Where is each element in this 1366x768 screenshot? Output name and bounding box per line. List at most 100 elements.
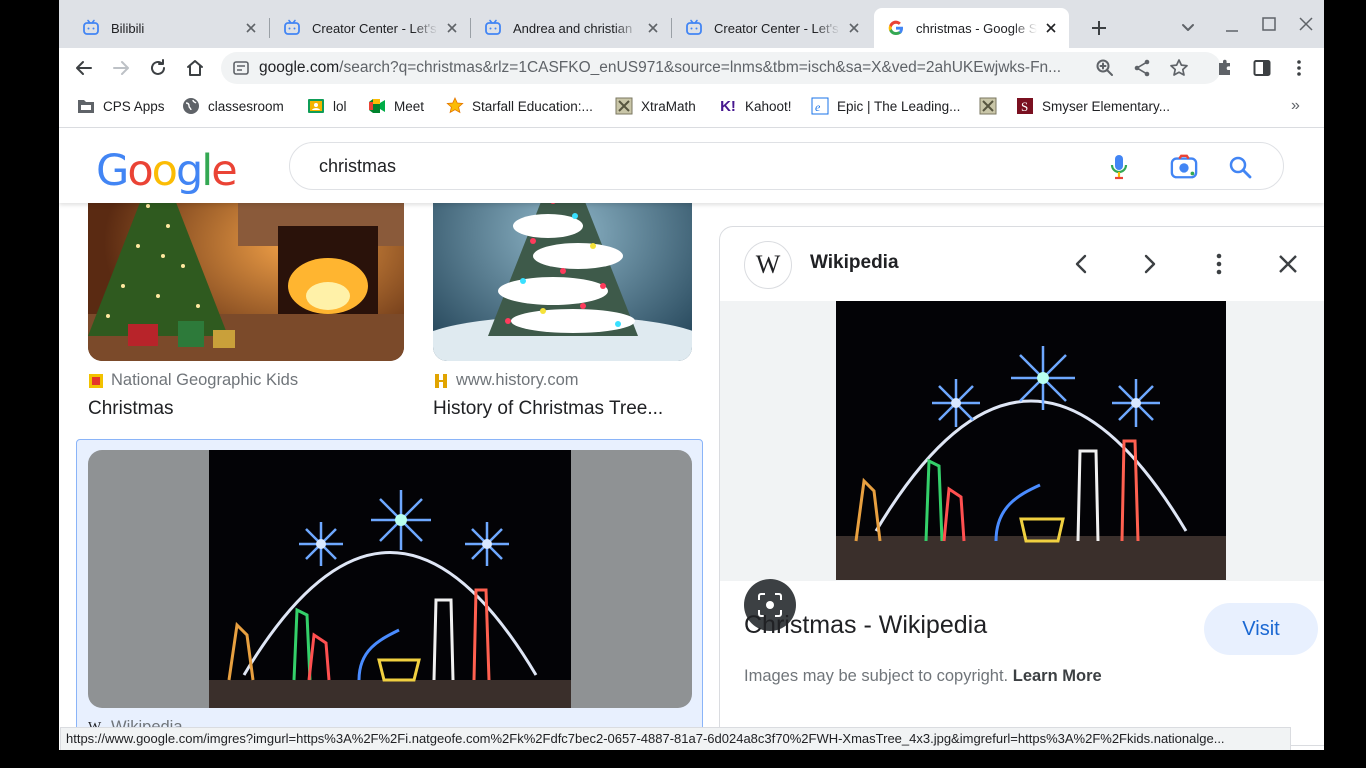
copyright-text: Images may be subject to copyright. (744, 667, 1009, 685)
epic-icon: e (811, 97, 829, 115)
classroom-icon (307, 97, 325, 115)
bookmark-label: Meet (394, 98, 425, 114)
side-panel-icon[interactable] (1250, 56, 1274, 80)
site-info-icon[interactable] (233, 60, 249, 81)
tab-search-icon[interactable] (1176, 16, 1200, 40)
more-options-icon[interactable] (1204, 249, 1234, 279)
forward-icon[interactable] (109, 56, 133, 80)
result-title[interactable]: Christmas (88, 398, 174, 420)
visit-button[interactable]: Visit (1204, 603, 1318, 655)
google-icon (886, 18, 906, 38)
browser-window: Bilibili Creator Center - Let's Andrea a… (59, 0, 1324, 750)
copyright-notice: Images may be subject to copyright. Lear… (744, 667, 1102, 686)
tab-creator-center-2[interactable]: Creator Center - Let's (672, 8, 872, 48)
tab-creator-center[interactable]: Creator Center - Let's (270, 8, 470, 48)
bookmarks-overflow-button[interactable]: » (1291, 96, 1300, 116)
bookmark-star-icon[interactable] (1169, 58, 1189, 83)
back-icon[interactable] (72, 56, 96, 80)
learn-more-link[interactable]: Learn More (1013, 667, 1102, 685)
new-tab-icon[interactable] (1087, 16, 1111, 40)
folder-icon (77, 97, 95, 115)
tab-strip: Bilibili Creator Center - Let's Andrea a… (59, 0, 1324, 48)
maximize-icon[interactable] (1257, 12, 1281, 36)
bookmark-meet[interactable]: Meet (368, 96, 424, 116)
close-window-icon[interactable] (1294, 12, 1318, 36)
tab-bilibili[interactable]: Bilibili (69, 8, 269, 48)
tab-title: Creator Center - Let's (312, 20, 437, 36)
bookmark-epic[interactable]: e Epic | The Leading... (811, 96, 960, 116)
lens-camera-icon[interactable] (1170, 153, 1198, 181)
search-input[interactable]: christmas (319, 143, 396, 189)
close-icon[interactable] (645, 20, 661, 36)
result-source[interactable]: National Geographic Kids (88, 371, 298, 390)
bookmark-starfall[interactable]: Starfall Education:... (446, 96, 593, 116)
panel-source-name[interactable]: Wikipedia (810, 252, 899, 274)
bookmark-classesroom[interactable]: classesroom (182, 96, 284, 116)
bookmark-label: CPS Apps (103, 98, 165, 114)
logo-letter: G (96, 146, 129, 196)
kahoot-icon: K! (720, 97, 736, 115)
close-panel-icon[interactable] (1273, 249, 1303, 279)
bookmark-label: Smyser Elementary... (1042, 98, 1171, 114)
smyser-icon: S (1016, 97, 1034, 115)
logo-letter: g (175, 146, 203, 196)
tab-title: Andrea and christian (513, 20, 633, 36)
panel-image-nativity-lights[interactable] (836, 301, 1226, 580)
tab-title: Bilibili (111, 20, 145, 36)
natgeo-kids-icon (88, 373, 104, 389)
panel-title[interactable]: Christmas - Wikipedia (744, 611, 987, 640)
close-icon[interactable] (243, 20, 259, 36)
search-box[interactable]: christmas (289, 142, 1284, 190)
url-host: google.com (259, 59, 340, 76)
bookmark-lol[interactable]: lol (307, 96, 347, 116)
google-logo[interactable]: Google (96, 146, 238, 196)
meet-icon (368, 97, 386, 115)
bookmark-smyser[interactable]: S Smyser Elementary... (1016, 96, 1170, 116)
home-icon[interactable] (183, 56, 207, 80)
bookmark-xtramath-2[interactable] (979, 96, 1005, 116)
extensions-icon[interactable] (1213, 56, 1237, 80)
logo-letter: o (127, 146, 153, 196)
previous-icon[interactable] (1066, 249, 1096, 279)
url-path: /search?q=christmas&rlz=1CASFKO_enUS971&… (339, 59, 1062, 76)
minimize-icon[interactable] (1220, 16, 1244, 40)
star-icon (446, 97, 464, 115)
search-icon[interactable] (1226, 153, 1254, 181)
bookmark-cps-apps[interactable]: CPS Apps (77, 96, 165, 116)
svg-text:S: S (1021, 99, 1028, 114)
result-image-nativity-lights[interactable] (88, 450, 692, 708)
panel-image-area (720, 301, 1324, 631)
bookmarks-bar: CPS Apps classesroom lol Meet Starfall E… (59, 88, 1324, 128)
share-icon[interactable] (1132, 58, 1152, 83)
address-bar[interactable]: google.com/search?q=christmas&rlz=1CASFK… (221, 52, 1221, 84)
bookmark-label: Epic | The Leading... (837, 98, 961, 114)
bookmark-xtramath[interactable]: XtraMath (615, 96, 696, 116)
status-bar-url: https://www.google.com/imgres?imgurl=htt… (60, 727, 1291, 750)
result-source-text: National Geographic Kids (111, 371, 299, 389)
close-icon[interactable] (444, 20, 460, 36)
reload-icon[interactable] (146, 56, 170, 80)
bilibili-icon (483, 18, 503, 38)
bilibili-icon (684, 18, 704, 38)
tab-andrea[interactable]: Andrea and christian (471, 8, 671, 48)
wikipedia-logo[interactable]: W (744, 241, 792, 289)
bookmark-label: classesroom (208, 98, 284, 114)
next-icon[interactable] (1135, 249, 1165, 279)
tab-google-christmas[interactable]: christmas - Google S (874, 8, 1069, 48)
logo-letter: o (151, 146, 178, 196)
tab-title: Creator Center - Let's (714, 20, 839, 36)
bookmark-kahoot[interactable]: K! Kahoot! (719, 96, 792, 116)
result-title[interactable]: History of Christmas Tree... (433, 398, 663, 420)
bookmark-label: XtraMath (641, 98, 696, 114)
xtramath-icon (615, 97, 633, 115)
close-icon[interactable] (846, 20, 862, 36)
bookmark-label: Kahoot! (745, 98, 792, 114)
page-content: Google christmas National Geographic Kid… (59, 128, 1324, 750)
result-source[interactable]: www.history.com (433, 371, 579, 390)
zoom-icon[interactable] (1095, 58, 1115, 83)
close-icon[interactable] (1043, 20, 1059, 36)
menu-kebab-icon[interactable] (1287, 56, 1311, 80)
voice-search-icon[interactable] (1105, 153, 1133, 181)
bilibili-icon (282, 18, 302, 38)
bilibili-icon (81, 18, 101, 38)
